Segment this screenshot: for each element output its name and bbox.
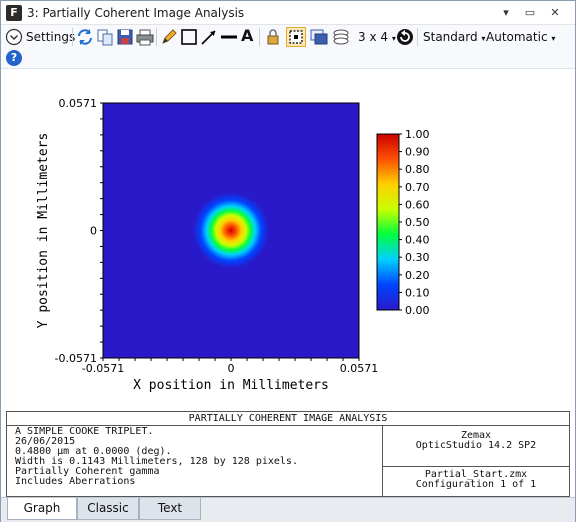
tab-graph[interactable]: Graph bbox=[7, 498, 77, 520]
title-bar[interactable]: F 3: Partially Coherent Image Analysis ▾… bbox=[1, 1, 575, 25]
close-button[interactable]: ✕ bbox=[546, 4, 564, 21]
refresh-icon[interactable] bbox=[76, 28, 94, 46]
colorbar-tick-label: 1.00 bbox=[405, 128, 430, 141]
text-tool-button[interactable]: A bbox=[241, 26, 253, 46]
standard-label: Standard bbox=[423, 30, 478, 44]
x-tick-label: -0.0571 bbox=[82, 362, 124, 375]
x-tick-label: 0.0571 bbox=[340, 362, 379, 375]
info-panel: PARTIALLY COHERENT IMAGE ANALYSIS A SIMP… bbox=[6, 411, 570, 497]
colorbar-tick-label: 0.60 bbox=[405, 198, 430, 211]
colorbar-tick-label: 0.50 bbox=[405, 216, 430, 229]
colorbar-tick-label: 0.80 bbox=[405, 163, 430, 176]
print-icon[interactable] bbox=[136, 28, 154, 46]
tab-classic[interactable]: Classic bbox=[77, 498, 139, 520]
colorbar bbox=[376, 133, 400, 311]
arrow-tool-icon[interactable] bbox=[200, 28, 218, 46]
settings-expand-icon[interactable] bbox=[5, 28, 23, 46]
tab-text[interactable]: Text bbox=[139, 498, 201, 520]
plot-area: 0.0571 0 -0.0571 -0.0571 0 0.0571 X position i… bbox=[6, 69, 570, 409]
colorbar-tick-label: 0.40 bbox=[405, 234, 430, 247]
maximize-button[interactable]: ▭ bbox=[521, 4, 539, 21]
colorbar-tick-label: 0.20 bbox=[405, 269, 430, 282]
window-title: 3: Partially Coherent Image Analysis bbox=[27, 6, 245, 20]
chevron-down-icon: ▾ bbox=[551, 34, 556, 43]
info-line-aberrations: Includes Aberrations bbox=[15, 476, 136, 487]
zoom-frame-icon[interactable] bbox=[286, 27, 306, 47]
lock-icon[interactable] bbox=[264, 28, 282, 46]
colorbar-tick-label: 0.10 bbox=[405, 286, 430, 299]
info-product: OpticStudio 14.2 SP2 bbox=[415, 440, 537, 451]
automatic-label: Automatic bbox=[486, 30, 548, 44]
layers-icon[interactable] bbox=[332, 28, 350, 46]
toolbar-separator bbox=[72, 28, 73, 46]
toolbar-separator bbox=[156, 28, 157, 46]
heatmap-spot bbox=[193, 192, 269, 269]
info-vendor-block: Zemax OpticStudio 14.2 SP2 bbox=[383, 431, 569, 451]
colorbar-tick-label: 0.00 bbox=[405, 304, 430, 317]
toolbar: Settings A 3 x 4 ▾ Standard ▾ Automatic … bbox=[1, 25, 575, 69]
x-axis-label: X position in Millimeters bbox=[133, 378, 329, 393]
y-axis-label: Y position in Millimeters bbox=[36, 133, 51, 329]
x-tick-label: 0 bbox=[228, 362, 235, 375]
info-divider bbox=[382, 466, 569, 467]
heatmap-chart: 0.05710-0.0571-0.0571 0 0.0571X position i… bbox=[36, 97, 430, 393]
settings-button[interactable]: Settings bbox=[26, 27, 75, 47]
colorbar-tick-label: 0.90 bbox=[405, 146, 430, 159]
analysis-window: F 3: Partially Coherent Image Analysis ▾… bbox=[0, 0, 576, 522]
view-tabs: Graph Classic Text bbox=[1, 497, 575, 522]
layout-label: 3 x 4 bbox=[358, 30, 388, 44]
y-tick-label: 0 bbox=[90, 225, 97, 238]
pencil-icon[interactable] bbox=[160, 28, 178, 46]
chevron-down-icon: ▾ bbox=[481, 34, 486, 43]
copy-icon[interactable] bbox=[96, 28, 114, 46]
colorbar-tick-label: 0.30 bbox=[405, 251, 430, 264]
window-clone-icon[interactable] bbox=[310, 28, 328, 46]
info-title: PARTIALLY COHERENT IMAGE ANALYSIS bbox=[7, 412, 569, 426]
toolbar-separator bbox=[259, 28, 260, 46]
info-configuration: Configuration 1 of 1 bbox=[415, 479, 537, 490]
y-tick-label: 0.0571 bbox=[59, 97, 98, 110]
app-icon: F bbox=[6, 5, 22, 21]
info-file-block: Partial_Start.zmx Configuration 1 of 1 bbox=[383, 470, 569, 490]
save-icon[interactable] bbox=[116, 28, 134, 46]
standard-dropdown[interactable]: Standard ▾ bbox=[423, 27, 485, 47]
colorbar-tick-label: 0.70 bbox=[405, 181, 430, 194]
toolbar-separator bbox=[417, 28, 418, 46]
automatic-dropdown[interactable]: Automatic ▾ bbox=[486, 27, 555, 47]
line-tool-icon[interactable] bbox=[220, 28, 238, 46]
help-icon[interactable]: ? bbox=[6, 50, 22, 66]
layout-dropdown[interactable]: 3 x 4 ▾ bbox=[358, 27, 396, 47]
dropdown-window-button[interactable]: ▾ bbox=[497, 4, 515, 21]
info-details: A SIMPLE COOKE TRIPLET. 26/06/2015 0.480… bbox=[15, 427, 375, 487]
rectangle-icon[interactable] bbox=[180, 28, 198, 46]
auto-update-icon[interactable] bbox=[396, 28, 414, 46]
